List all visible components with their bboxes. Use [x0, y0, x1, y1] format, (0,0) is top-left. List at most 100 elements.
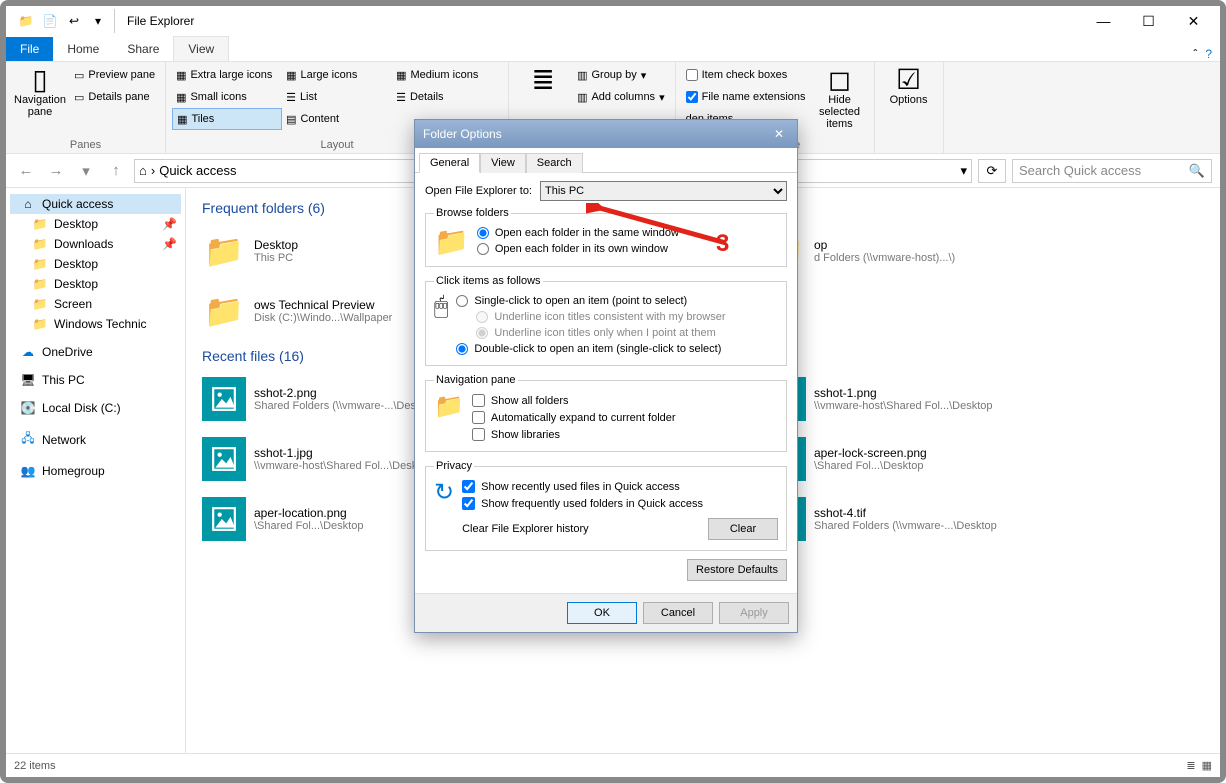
options-button[interactable]: ☑Options [881, 64, 937, 137]
tab-view[interactable]: View [173, 36, 229, 61]
apply-button[interactable]: Apply [719, 602, 789, 624]
single-click-radio[interactable] [456, 295, 468, 307]
file-tile[interactable]: sshot-1.png\\vmware-host\Shared Fol...\D… [762, 370, 1022, 428]
group-by-button[interactable]: ▥Group by▾ [573, 64, 669, 86]
help-icon[interactable]: ? [1205, 47, 1212, 61]
lg-icons-icon: ▦ [286, 69, 296, 82]
collapse-ribbon-icon[interactable]: ˆ [1193, 47, 1197, 61]
frequent-folders-check[interactable] [462, 497, 475, 510]
dialog-tab-search[interactable]: Search [526, 153, 583, 173]
recent-locations-button[interactable]: ▾ [74, 162, 98, 180]
dialog-title: Folder Options [423, 127, 502, 141]
navigation-tree[interactable]: ⌂Quick access 📁Desktop📌 📁Downloads📌 📁Des… [6, 188, 186, 753]
details-pane-button[interactable]: ▭Details pane [70, 86, 159, 108]
tree-local-disk[interactable]: 💽Local Disk (C:) [10, 398, 181, 418]
folder-icon: 📁 [202, 229, 246, 273]
tree-item[interactable]: 📁Screen [10, 294, 181, 314]
view-thumbnails-icon[interactable]: ▦ [1202, 759, 1212, 772]
add-columns-icon: ▥ [577, 91, 587, 104]
browse-own-radio[interactable] [477, 243, 489, 255]
tree-item[interactable]: 📁Desktop [10, 254, 181, 274]
quick-access-toolbar: 📁 📄 ↩ ▾ [10, 9, 115, 33]
show-all-folders-check[interactable] [472, 394, 485, 407]
folder-icon: 📁 [32, 217, 48, 231]
refresh-button[interactable]: ⟳ [978, 159, 1006, 183]
navigation-pane-button[interactable]: ▯ Navigation pane [12, 64, 68, 137]
sort-icon: ≣ [531, 66, 554, 94]
folder-icon: 📁 [32, 237, 48, 251]
up-button[interactable]: ↑ [104, 162, 128, 179]
disk-icon: 💽 [20, 401, 36, 415]
preview-pane-icon: ▭ [74, 69, 84, 82]
browse-same-radio[interactable] [477, 227, 489, 239]
hide-selected-button[interactable]: ◻Hide selected items [812, 64, 868, 137]
minimize-button[interactable]: — [1081, 6, 1126, 36]
file-tile[interactable]: aper-lock-screen.png\Shared Fol...\Deskt… [762, 430, 1022, 488]
forward-button[interactable]: → [44, 162, 68, 179]
browse-folders-group: Browse folders 📁 Open each folder in the… [425, 207, 787, 267]
tree-item[interactable]: 📁Desktop [10, 274, 181, 294]
home-icon: ⌂ [139, 163, 147, 178]
recent-files-check[interactable] [462, 480, 475, 493]
open-to-select[interactable]: This PC [540, 181, 787, 201]
this-pc-icon: 🖥 [20, 373, 36, 387]
tree-network[interactable]: 🖧Network [10, 426, 181, 453]
show-libraries-check[interactable] [472, 428, 485, 441]
tile-title: Desktop [254, 238, 298, 252]
file-tile[interactable]: sshot-4.tifShared Folders (\\vmware-...\… [762, 490, 1022, 548]
md-icons-icon: ▦ [396, 69, 406, 82]
preview-pane-button[interactable]: ▭Preview pane [70, 64, 159, 86]
tab-home[interactable]: Home [53, 37, 113, 61]
tile-subtitle: Disk (C:)\Windo...\Wallpaper [254, 312, 392, 324]
item-checkboxes-toggle[interactable] [686, 69, 698, 81]
restore-defaults-button[interactable]: Restore Defaults [687, 559, 787, 581]
open-to-label: Open File Explorer to: [425, 185, 532, 197]
breadcrumb-segment[interactable]: Quick access [159, 163, 236, 178]
tile-subtitle: Shared Folders (\\vmware-...\Desktop [814, 520, 997, 532]
search-input[interactable]: Search Quick access 🔍 [1012, 159, 1212, 183]
image-thumbnail-icon [202, 437, 246, 481]
cancel-button[interactable]: Cancel [643, 602, 713, 624]
view-details-icon[interactable]: ≣ [1186, 759, 1195, 772]
browse-folder-icon: 📁 [434, 225, 469, 258]
tiles-icon: ▦ [177, 113, 187, 126]
tile-subtitle: \\vmware-host\Shared Fol...\Desktop [814, 400, 993, 412]
ok-button[interactable]: OK [567, 602, 637, 624]
qat-dropdown-icon[interactable]: ▾ [88, 11, 108, 31]
qat-new-folder-icon[interactable]: 📄 [40, 11, 60, 31]
tree-item[interactable]: 📁Desktop📌 [10, 214, 181, 234]
add-columns-button[interactable]: ▥Add columns▾ [573, 86, 669, 108]
clear-history-button[interactable]: Clear [708, 518, 778, 540]
xl-icons-icon: ▦ [176, 69, 186, 82]
tile-subtitle: \\vmware-host\Shared Fol...\Desktop [254, 460, 433, 472]
tile-subtitle: This PC [254, 252, 298, 264]
tree-this-pc[interactable]: 🖥This PC [10, 370, 181, 390]
close-button[interactable]: ✕ [1171, 6, 1216, 36]
back-button[interactable]: ← [14, 162, 38, 179]
folder-tile[interactable]: 📁opd Folders (\\vmware-host)...\) [762, 222, 1022, 280]
tab-file[interactable]: File [6, 37, 53, 61]
tree-homegroup[interactable]: 👥Homegroup [10, 461, 181, 481]
dialog-close-button[interactable]: ✕ [769, 127, 789, 141]
dialog-titlebar[interactable]: Folder Options ✕ [415, 120, 797, 148]
maximize-button[interactable]: ☐ [1126, 6, 1171, 36]
qat-properties-icon[interactable]: ↩ [64, 11, 84, 31]
underline-point-radio [476, 327, 488, 339]
file-extensions-toggle[interactable] [686, 91, 698, 103]
dialog-tab-general[interactable]: General [419, 153, 480, 173]
tree-item[interactable]: 📁Downloads📌 [10, 234, 181, 254]
folder-icon: 📁 [32, 257, 48, 271]
underline-browser-radio [476, 311, 488, 323]
tree-quick-access[interactable]: ⌂Quick access [10, 194, 181, 214]
homegroup-icon: 👥 [20, 464, 36, 478]
folder-icon: 📁 [202, 289, 246, 333]
auto-expand-check[interactable] [472, 411, 485, 424]
tab-share[interactable]: Share [113, 37, 173, 61]
content-icon: ▤ [286, 113, 296, 126]
tree-onedrive[interactable]: ☁OneDrive [10, 342, 181, 362]
list-icon: ☰ [286, 91, 296, 104]
image-thumbnail-icon [202, 377, 246, 421]
double-click-radio[interactable] [456, 343, 468, 355]
dialog-tab-view[interactable]: View [480, 153, 526, 173]
tree-item[interactable]: 📁Windows Technic [10, 314, 181, 334]
